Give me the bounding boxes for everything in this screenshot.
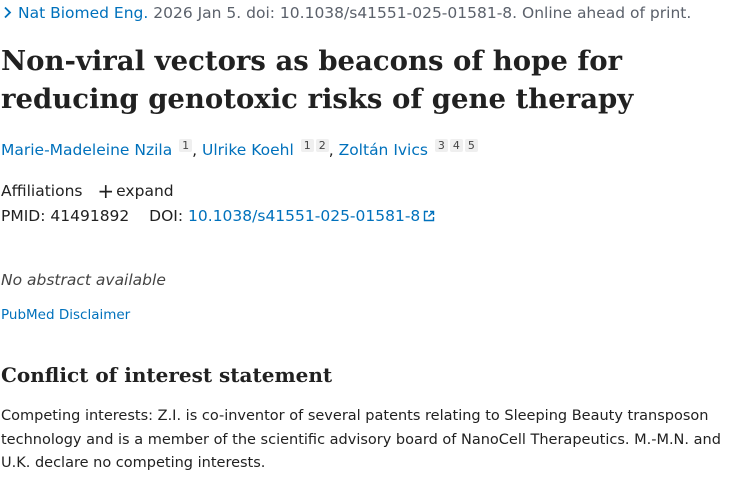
pubmed-disclaimer-link[interactable]: PubMed Disclaimer: [1, 307, 130, 323]
pmid-value: 41491892: [50, 207, 130, 225]
affiliations-label: Affiliations: [1, 182, 83, 200]
affiliation-ref[interactable]: 5: [464, 139, 478, 152]
doi-label: DOI:: [149, 207, 184, 225]
journal-link[interactable]: Nat Biomed Eng.: [1, 4, 148, 22]
citation-line: Nat Biomed Eng. 2026 Jan 5. doi: 10.1038…: [1, 4, 691, 22]
chevron-right-icon: [4, 6, 12, 19]
journal-name[interactable]: Nat Biomed Eng.: [18, 4, 148, 22]
external-link-icon: [424, 210, 435, 222]
affiliation-ref[interactable]: 3: [434, 139, 448, 152]
identifiers-row: PMID: 41491892 DOI: 10.1038/s41551-025-0…: [1, 207, 435, 225]
doi-value[interactable]: 10.1038/s41551-025-01581-8: [188, 207, 420, 225]
pmid-label: PMID:: [1, 207, 46, 225]
plus-icon: +: [97, 179, 115, 203]
affiliation-ref[interactable]: 2: [315, 139, 329, 152]
no-abstract-notice: No abstract available: [1, 271, 166, 289]
author-link-3[interactable]: Zoltán Ivics: [339, 141, 428, 159]
affiliation-ref[interactable]: 1: [179, 139, 193, 152]
affiliations-row: Affiliations + expand: [1, 179, 174, 203]
expand-label[interactable]: expand: [116, 182, 173, 200]
affiliation-ref[interactable]: 4: [449, 139, 463, 152]
affiliation-ref[interactable]: 1: [300, 139, 314, 152]
doi-link[interactable]: 10.1038/s41551-025-01581-8: [188, 207, 435, 225]
author-separator: ,: [328, 141, 339, 159]
citation-info: 2026 Jan 5. doi: 10.1038/s41551-025-0158…: [148, 4, 692, 22]
author-list: Marie-Madeleine Nzila 1, Ulrike Koehl 12…: [1, 139, 478, 159]
author-link-2[interactable]: Ulrike Koehl: [202, 141, 294, 159]
expand-affiliations-button[interactable]: + expand: [87, 179, 173, 203]
coi-heading: Conflict of interest statement: [1, 363, 333, 387]
author-link-1[interactable]: Marie-Madeleine Nzila: [1, 141, 172, 159]
author-separator: ,: [192, 141, 203, 159]
article-title: Non-viral vectors as beacons of hope for…: [1, 45, 634, 115]
coi-statement: Competing interests: Z.I. is co-inventor…: [1, 408, 721, 471]
